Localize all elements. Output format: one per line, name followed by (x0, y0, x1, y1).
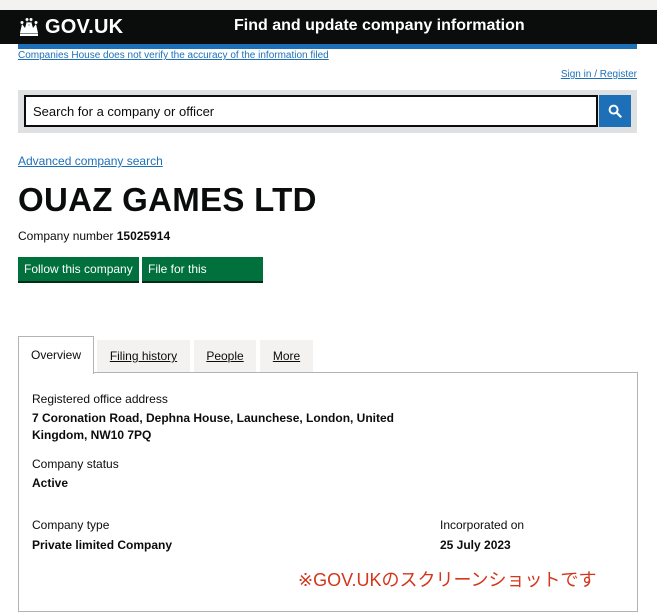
top-strip (0, 0, 657, 10)
incorporated-value: 25 July 2023 (440, 538, 511, 552)
address-line-1: 7 Coronation Road, Dephna House, Launche… (32, 411, 395, 425)
company-name: OUAZ GAMES LTD (18, 181, 317, 218)
disclaimer-link[interactable]: Companies House does not verify the accu… (18, 50, 329, 61)
logo-text: GOV.UK (45, 15, 124, 38)
tab-more[interactable]: More (260, 340, 313, 373)
status-label: Company status (32, 457, 119, 471)
status-value: Active (32, 476, 69, 490)
company-type-value: Private limited Company (32, 538, 173, 552)
company-number-value: 15025914 (116, 229, 171, 243)
company-number-label: Company number (18, 229, 114, 243)
govuk-logo[interactable]: GOV.UK (18, 15, 123, 39)
search-button[interactable] (599, 95, 631, 127)
tab-people[interactable]: People (194, 340, 256, 373)
company-type-label: Company type (32, 518, 110, 532)
screenshot-note: ※GOV.UKのスクリーンショットです (298, 570, 597, 590)
search-bar (18, 90, 637, 133)
sign-in-link[interactable]: Sign in / Register (561, 69, 637, 80)
site-header: GOV.UK Find and update company informati… (0, 10, 657, 44)
search-input[interactable] (24, 95, 598, 127)
incorporated-label: Incorporated on (440, 518, 525, 532)
tab-filing-history[interactable]: Filing history (97, 340, 190, 373)
crown-icon (20, 18, 38, 36)
header-blue-bar (18, 44, 637, 49)
search-icon (608, 104, 622, 118)
tab-overview[interactable]: Overview (18, 336, 94, 374)
follow-company-button[interactable]: Follow this company (18, 257, 139, 283)
advanced-search-link[interactable]: Advanced company search (18, 154, 163, 168)
file-for-company-button[interactable]: File for this company (142, 257, 263, 300)
service-name[interactable]: Find and update company information (234, 17, 525, 35)
address-line-2: Kingdom, NW10 7PQ (32, 428, 152, 442)
address-label: Registered office address (32, 392, 168, 406)
company-number: Company number 15025914 (18, 229, 170, 243)
